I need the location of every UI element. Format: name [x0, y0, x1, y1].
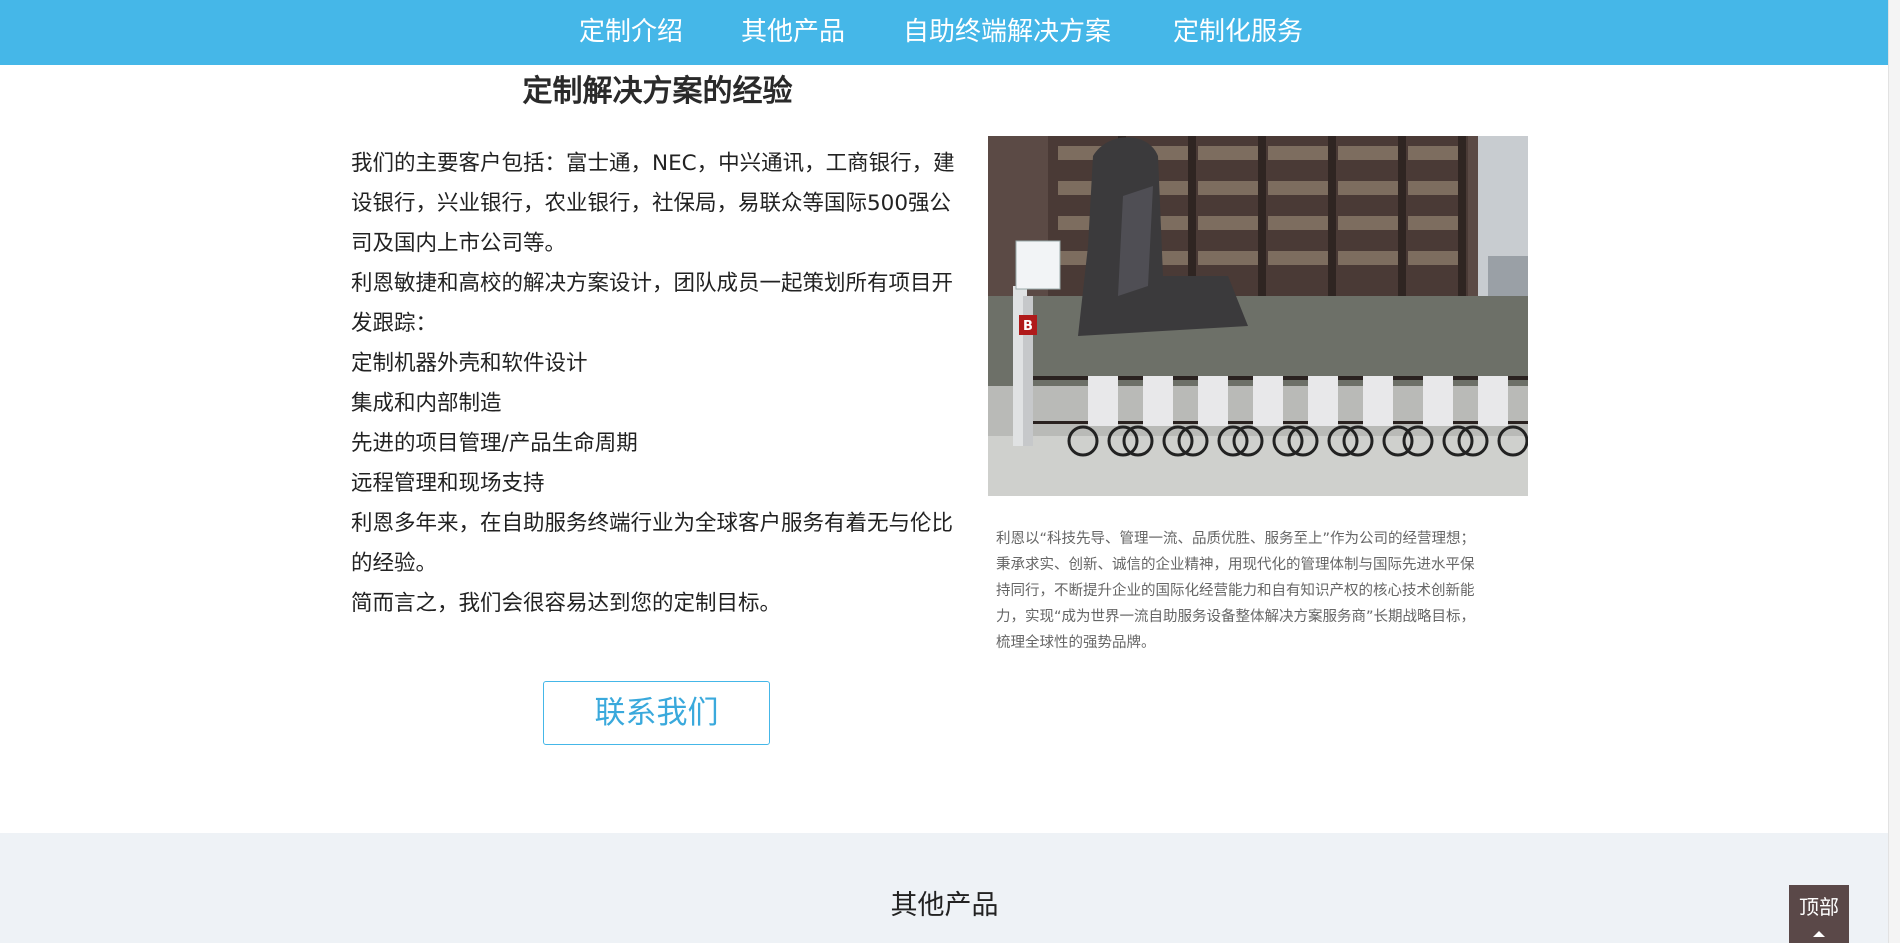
- top-nav: 定制介绍 其他产品 自助终端解决方案 定制化服务: [0, 0, 1900, 65]
- back-to-top-button[interactable]: 顶部: [1789, 885, 1849, 943]
- bike-station-photo: B: [988, 136, 1528, 496]
- intro-item-project-management: 先进的项目管理/产品生命周期: [351, 431, 638, 456]
- intro-paragraph-clients: 我们的主要客户包括：富士通，NEC，中兴通讯，工商银行，建设银行，兴业银行，农业…: [351, 151, 955, 256]
- kiosk-sign-letter: B: [1023, 319, 1033, 334]
- back-to-top-label: 顶部: [1799, 895, 1839, 919]
- arrow-up-icon: [1813, 931, 1825, 937]
- contact-us-button[interactable]: 联系我们: [543, 681, 770, 745]
- page: 定制介绍 其他产品 自助终端解决方案 定制化服务 定制解决方案的经验 我们的主要…: [0, 0, 1900, 943]
- intro-item-casing-design: 定制机器外壳和软件设计: [351, 351, 588, 376]
- page-scrollbar[interactable]: [1888, 0, 1900, 943]
- intro-item-remote-support: 远程管理和现场支持: [351, 471, 545, 496]
- intro-paragraph-team: 利恩敏捷和高校的解决方案设计，团队成员一起策划所有项目开发跟踪：: [351, 271, 954, 336]
- intro-paragraph-experience: 利恩多年来，在自助服务终端行业为全球客户服务有着无与伦比的经验。: [351, 511, 954, 576]
- photo-caption: 利恩以“科技先导、管理一流、品质优胜、服务至上”作为公司的经营理想；秉承求实、创…: [996, 531, 1476, 651]
- intro-text: 我们的主要客户包括：富士通，NEC，中兴通讯，工商银行，建设银行，兴业银行，农业…: [351, 144, 967, 624]
- nav-item-self-service-solutions[interactable]: 自助终端解决方案: [903, 0, 1111, 65]
- intro-paragraph-summary: 简而言之，我们会很容易达到您的定制目标。: [351, 591, 782, 616]
- nav-item-custom-service[interactable]: 定制化服务: [1173, 0, 1303, 65]
- section-title: 定制解决方案的经验: [522, 74, 793, 109]
- other-products-title: 其他产品: [890, 890, 999, 921]
- nav-item-custom-intro[interactable]: 定制介绍: [579, 0, 683, 65]
- intro-item-integration: 集成和内部制造: [351, 391, 502, 416]
- nav-item-other-products[interactable]: 其他产品: [741, 0, 845, 65]
